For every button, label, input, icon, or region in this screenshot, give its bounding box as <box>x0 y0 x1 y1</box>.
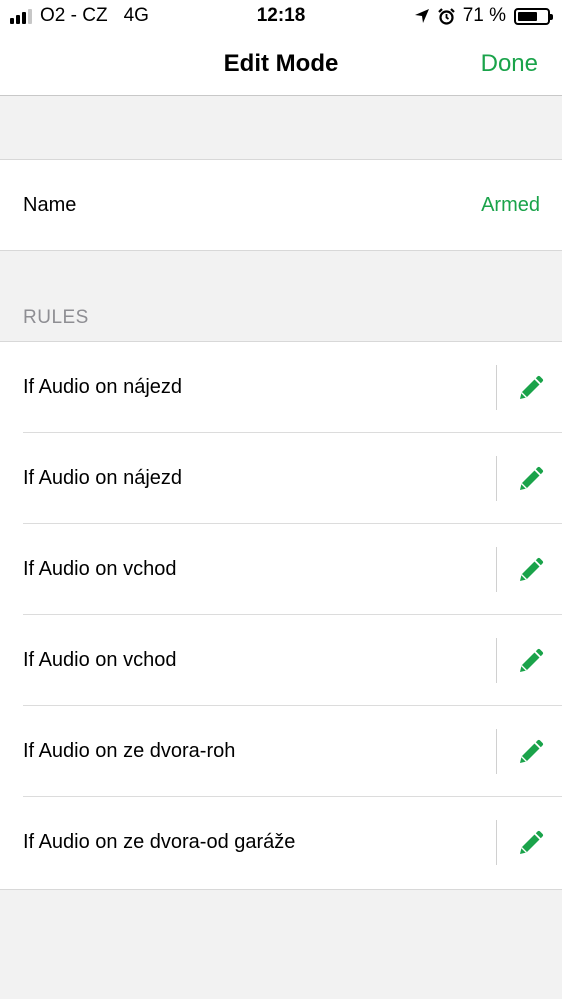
rule-label: If Audio on nájezd <box>23 467 183 489</box>
rule-label: If Audio on vchod <box>23 558 177 580</box>
rule-row[interactable]: If Audio on nájezd <box>0 342 562 433</box>
rule-divider <box>496 820 497 865</box>
rule-label: If Audio on vchod <box>23 649 177 671</box>
pencil-icon[interactable] <box>516 557 544 585</box>
alarm-clock-icon <box>437 7 455 25</box>
rule-divider <box>496 547 497 592</box>
name-label: Name <box>23 194 77 216</box>
rule-divider <box>496 456 497 501</box>
rule-divider <box>496 638 497 683</box>
navigation-bar: Edit Mode Done <box>0 36 562 96</box>
rule-divider <box>496 365 497 410</box>
rules-list: If Audio on nájezd If Audio on nájezd If A… <box>0 341 562 890</box>
battery-fill <box>518 11 537 21</box>
rule-label: If Audio on ze dvora-od garáže <box>23 831 296 853</box>
name-row[interactable]: Name Armed <box>0 159 562 251</box>
pencil-icon[interactable] <box>516 466 544 494</box>
pencil-icon[interactable] <box>516 375 544 403</box>
pencil-icon[interactable] <box>516 830 544 858</box>
rule-divider <box>496 729 497 774</box>
battery-percent: 71 % <box>462 5 506 26</box>
done-button[interactable]: Done <box>481 50 538 78</box>
battery-icon <box>514 7 553 25</box>
rule-row[interactable]: If Audio on vchod <box>0 615 562 706</box>
name-value[interactable]: Armed <box>481 194 540 217</box>
pencil-icon[interactable] <box>516 739 544 767</box>
rule-row[interactable]: If Audio on vchod <box>0 524 562 615</box>
rule-label: If Audio on ze dvora-roh <box>23 740 236 762</box>
rule-row[interactable]: If Audio on ze dvora-roh <box>0 706 562 797</box>
rule-row[interactable]: If Audio on ze dvora-od garáže <box>0 797 562 888</box>
rules-section-header: RULES <box>23 307 89 328</box>
status-bar: O2 - CZ 4G 12:18 71 % <box>0 0 562 36</box>
rule-row[interactable]: If Audio on nájezd <box>0 433 562 524</box>
page-title: Edit Mode <box>223 50 339 77</box>
location-arrow-icon <box>414 9 429 23</box>
pencil-icon[interactable] <box>516 648 544 676</box>
rule-label: If Audio on nájezd <box>23 376 183 398</box>
status-bar-right: 71 % <box>414 5 553 27</box>
